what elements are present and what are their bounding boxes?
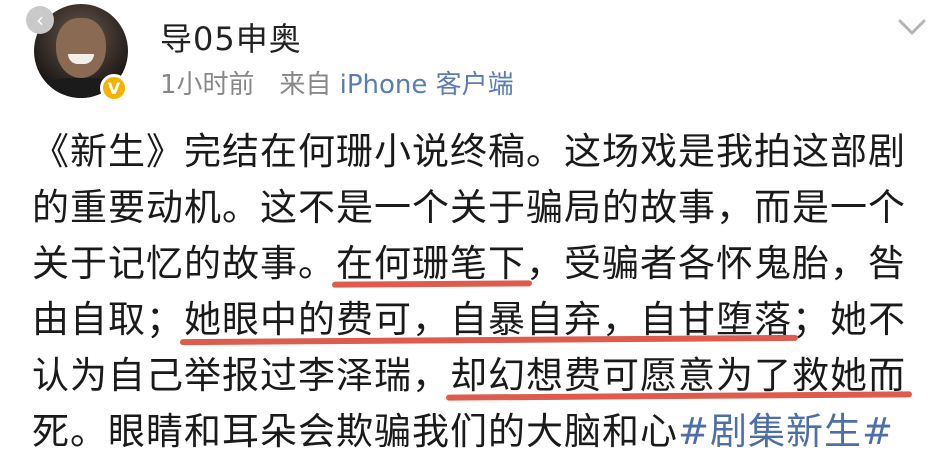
highlighted-text: 却幻想费可愿意为了救她而	[450, 354, 906, 397]
post-line: 死。眼睛和耳朵会欺骗我们的大脑和心#剧集新生#	[32, 410, 895, 453]
verified-badge-icon: V	[100, 74, 128, 102]
post-line: 认为自己举报过李泽瑞，却幻想费可愿意为了救她而	[32, 354, 906, 397]
chevron-down-icon[interactable]	[894, 12, 930, 42]
highlighted-text: 她眼中的费可，自暴自弃，自甘堕落	[184, 298, 792, 341]
post-body: 《新生》完结在何珊小说终稿。这场戏是我拍这部剧 的重要动机。这不是一个关于骗局的…	[32, 124, 932, 460]
hashtag-link[interactable]: #剧集新生#	[678, 410, 894, 453]
post-time: 1小时前	[160, 70, 255, 100]
post-meta: 1小时前 来自 iPhone 客户端	[160, 64, 514, 101]
username[interactable]: 导05申奥	[160, 14, 302, 60]
highlighted-text: 在何珊笔下	[336, 242, 526, 285]
post-line: 《新生》完结在何珊小说终稿。这场戏是我拍这部剧	[32, 130, 906, 173]
back-arrow-icon: ‹	[36, 8, 44, 32]
from-label: 来自	[279, 70, 332, 100]
post-line: 关于记忆的故事。在何珊笔下，受骗者各怀鬼胎，咎	[32, 242, 906, 285]
post-line: 的重要动机。这不是一个关于骗局的故事，而是一个	[32, 186, 906, 229]
post-line: 由自取；她眼中的费可，自暴自弃，自甘堕落；她不	[32, 298, 906, 341]
post-source[interactable]: iPhone 客户端	[340, 70, 514, 100]
back-button[interactable]: ‹	[26, 6, 54, 34]
